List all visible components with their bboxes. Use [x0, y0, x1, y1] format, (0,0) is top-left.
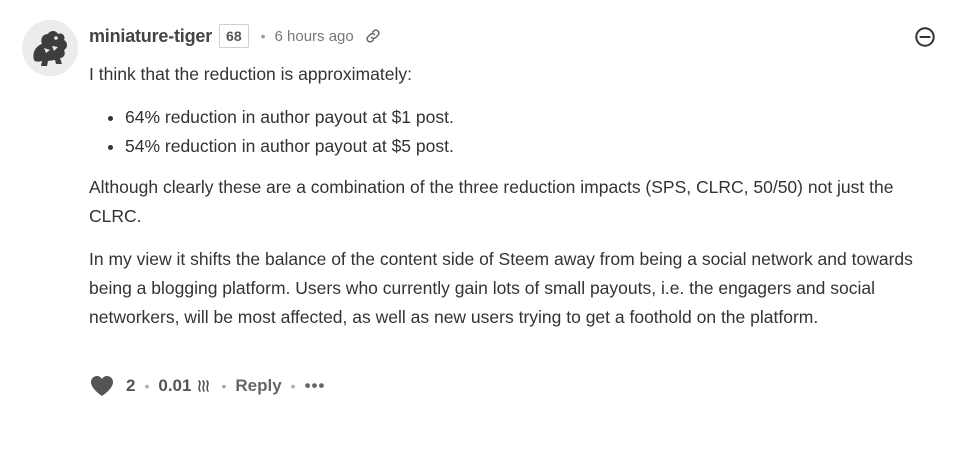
steem-icon — [196, 378, 212, 394]
comment-paragraph: Although clearly these are a combination… — [89, 177, 894, 226]
footer-separator: • — [221, 378, 227, 394]
list-item: 54% reduction in author payout at $5 pos… — [125, 132, 949, 161]
timestamp[interactable]: 6 hours ago — [275, 28, 354, 45]
header-separator: • — [260, 28, 266, 44]
list-item: 64% reduction in author payout at $1 pos… — [125, 103, 949, 132]
heart-icon[interactable] — [89, 374, 115, 398]
ellipsis-icon[interactable]: ••• — [305, 376, 326, 396]
reduction-list: 64% reduction in author payout at $1 pos… — [89, 103, 949, 161]
tiger-avatar-icon — [22, 20, 78, 76]
author-name[interactable]: miniature-tiger — [89, 26, 212, 47]
link-icon[interactable] — [364, 27, 382, 45]
author-avatar[interactable] — [22, 20, 78, 76]
footer-separator: • — [290, 378, 296, 394]
comment-footer: 2 • 0.01 • Reply • ••• — [89, 372, 325, 400]
comment-paragraph: In my view it shifts the balance of the … — [89, 249, 913, 327]
reply-button[interactable]: Reply — [235, 376, 281, 396]
vote-count[interactable]: 2 — [126, 376, 135, 396]
footer-separator: • — [144, 378, 150, 394]
comment-body: I think that the reduction is approximat… — [89, 60, 949, 332]
payout-amount[interactable]: 0.01 — [158, 376, 191, 396]
comment: miniature-tiger 68 • 6 hours ago I think… — [0, 0, 960, 456]
comment-header: miniature-tiger 68 • 6 hours ago — [89, 22, 382, 50]
comment-intro: I think that the reduction is approximat… — [89, 64, 412, 84]
minus-circle-icon[interactable] — [914, 26, 936, 48]
reputation-badge: 68 — [219, 24, 249, 48]
